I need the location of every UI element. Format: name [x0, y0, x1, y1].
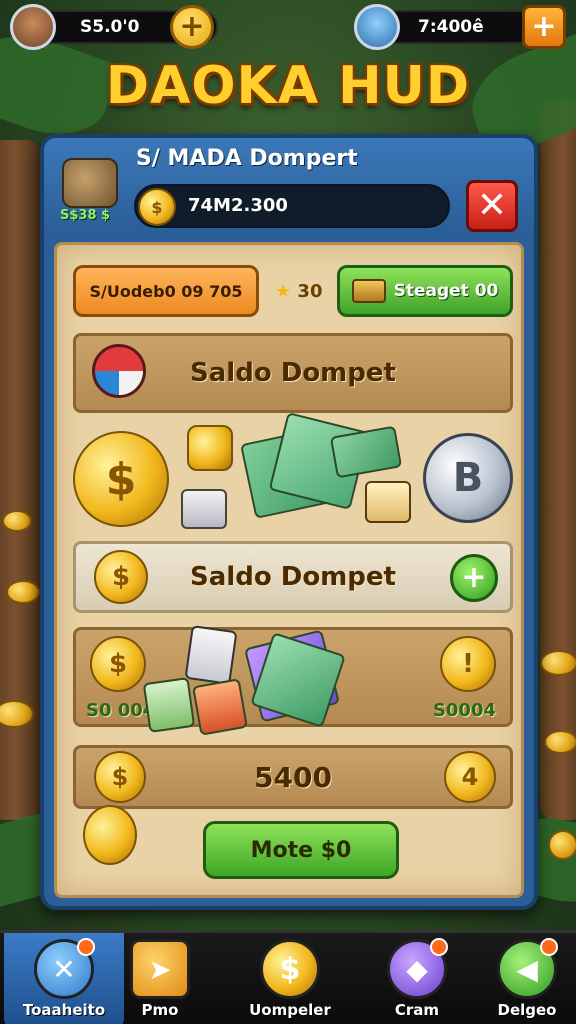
values-row: $ S0 004 ! S0004	[73, 625, 513, 736]
crossed-swords-icon: ✕	[34, 938, 95, 999]
add-saldo-button[interactable]: +	[450, 554, 498, 602]
nav-item-1[interactable]: ✕ Toaaheito	[4, 933, 124, 1024]
notification-badge	[77, 938, 95, 956]
currency-left-value: S5.0'0	[80, 17, 140, 37]
game-title: DAOKA HUD	[105, 56, 471, 116]
panel-title: S/ MADA Dompert	[136, 146, 358, 171]
saldo-row-secondary[interactable]: $ Saldo Dompet +	[73, 541, 513, 613]
silver-block-icon	[181, 489, 227, 529]
plus-icon: +	[531, 9, 557, 44]
close-button[interactable]: ✕	[466, 180, 518, 232]
blade-icon: ➤	[130, 939, 190, 999]
add-currency-right-button[interactable]: +	[522, 5, 566, 49]
nav-item-4[interactable]: ◆ Cram	[372, 933, 462, 1024]
top-bar: S5.0'0 + 7:400ê +	[0, 0, 576, 54]
star-icon: ★	[275, 281, 292, 302]
companion-avatar[interactable]	[354, 4, 400, 50]
nav-item-3[interactable]: $ Uompeler	[240, 933, 340, 1024]
coin-icon: 4	[444, 751, 496, 803]
coin-icon: $	[260, 939, 320, 999]
plus-icon: +	[461, 560, 487, 595]
coin-icon: $	[90, 636, 146, 692]
coin-icon: $	[138, 188, 176, 226]
bottom-nav: ✕ Toaaheito ➤ Pmo $ Uompeler ◆ Cram ◀ De…	[0, 930, 576, 1024]
saldo-label-secondary: Saldo Dompet	[190, 562, 396, 592]
parchment-content: S/Uodeb0 09 705 ★ 30 Steaget 00 Saldo Do…	[54, 242, 524, 898]
silver-coin-icon: B	[423, 433, 513, 523]
saldo-row-primary[interactable]: Saldo Dompet	[73, 333, 513, 413]
wallet-panel: S$38 $ S/ MADA Dompert $ 74M2.300 ✕ S/Uo…	[40, 134, 538, 910]
primary-action-label: Mote $0	[250, 837, 352, 863]
plus-icon: +	[179, 9, 205, 44]
primary-action-button[interactable]: Mote $0	[203, 821, 399, 879]
orange-action-button[interactable]: S/Uodeb0 09 705	[73, 265, 259, 317]
nav-item-5[interactable]: ◀ Delgeo	[482, 933, 572, 1024]
treasure-icon	[62, 158, 118, 208]
coin-icon: $	[94, 751, 146, 803]
star-count: 30	[297, 281, 323, 302]
gem-ball-icon	[92, 344, 146, 398]
close-icon: ✕	[476, 185, 508, 226]
coin-icon: $	[94, 550, 148, 604]
notification-badge	[430, 938, 448, 956]
currency-right-value: 7:400ê	[418, 17, 484, 37]
gem-icon: ◆	[387, 938, 448, 999]
coin-icon: !	[440, 636, 496, 692]
card-icon	[184, 625, 238, 685]
nav-label-2: Pmo	[141, 1001, 179, 1019]
total-value: 5400	[254, 760, 332, 794]
notification-badge	[540, 938, 558, 956]
nav-label-4: Cram	[394, 1001, 440, 1019]
chest-icon	[351, 279, 386, 303]
nav-item-2[interactable]: ➤ Pmo	[120, 933, 200, 1024]
green-action-label: Steaget 00	[393, 281, 499, 301]
balance-field: $ 74M2.300	[134, 184, 450, 228]
star-counter: ★ 30	[275, 281, 322, 302]
card-icon	[192, 678, 248, 736]
big-coin-icon: $	[73, 431, 169, 527]
orange-action-label: S/Uodeb0 09 705	[89, 281, 243, 301]
nav-label-3: Uompeler	[249, 1001, 331, 1019]
nav-label-5: Delgeo	[497, 1001, 557, 1019]
card-icon	[142, 677, 196, 733]
nav-label-1: Toaaheito	[22, 1001, 106, 1019]
loose-coin-icon	[83, 805, 137, 865]
add-currency-left-button[interactable]: +	[170, 5, 214, 49]
balance-value: 74M2.300	[188, 195, 288, 216]
total-row: $ 5400 4	[73, 745, 513, 809]
header-icon-label: S$38 $	[60, 208, 111, 223]
value-right: S0004	[432, 700, 496, 721]
coin-stack-icon	[187, 425, 233, 471]
shield-icon: ◀	[497, 938, 558, 999]
green-action-button[interactable]: Steaget 00	[337, 265, 513, 317]
gold-bar-icon	[365, 481, 411, 523]
player-avatar[interactable]	[10, 4, 56, 50]
panel-header: S$38 $ S/ MADA Dompert $ 74M2.300 ✕	[44, 138, 534, 238]
saldo-label-primary: Saldo Dompet	[190, 358, 396, 388]
